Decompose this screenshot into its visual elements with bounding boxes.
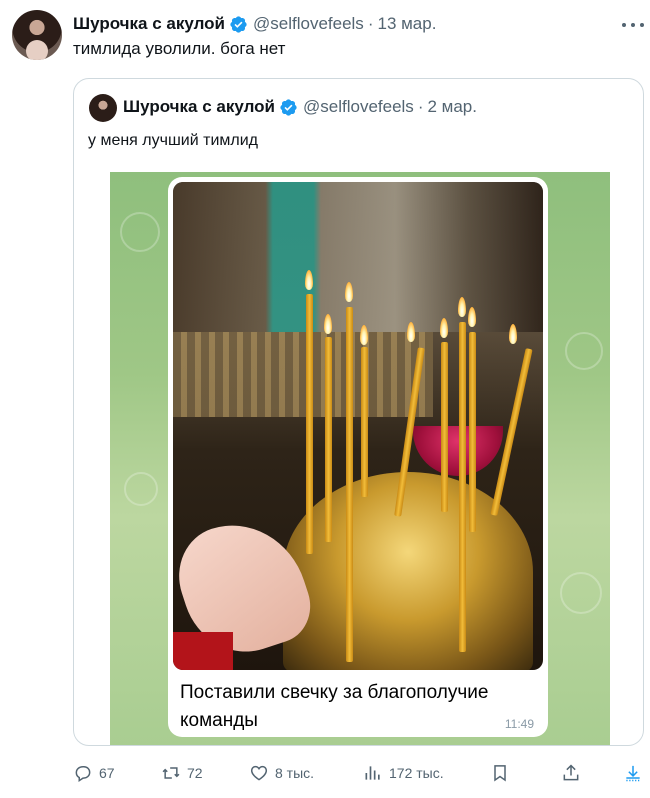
author-avatar[interactable] bbox=[12, 10, 62, 60]
bookmark-button[interactable] bbox=[490, 760, 516, 786]
repost-icon bbox=[162, 767, 180, 779]
quoted-tweet-text: у меня лучший тимлид bbox=[88, 132, 258, 149]
separator-dot: · bbox=[417, 97, 424, 116]
download-icon bbox=[626, 765, 640, 782]
message-time: 11:49 bbox=[504, 717, 534, 731]
candles-photo bbox=[173, 182, 543, 670]
download-button[interactable] bbox=[623, 760, 649, 786]
separator-dot: · bbox=[367, 14, 374, 33]
author-name[interactable]: Шурочка с акулой bbox=[73, 14, 225, 34]
repost-count: 72 bbox=[187, 765, 203, 781]
share-icon bbox=[563, 764, 579, 781]
quoted-tweet-date: 2 мар. bbox=[427, 97, 477, 116]
bookmark-icon bbox=[494, 765, 506, 782]
verified-badge-icon bbox=[230, 15, 247, 33]
quoted-author-avatar bbox=[89, 94, 117, 122]
repost-button[interactable]: 72 bbox=[161, 760, 203, 786]
views-count: 172 тыс. bbox=[389, 765, 444, 781]
quoted-media-image[interactable]: Поставили свечку за благополучие команды… bbox=[110, 172, 610, 745]
message-bubble: Поставили свечку за благополучие команды… bbox=[168, 177, 548, 737]
quoted-author-handle: @selflovefeels bbox=[303, 97, 414, 116]
views-icon bbox=[365, 766, 380, 780]
tweet-date[interactable]: 13 мар. bbox=[377, 14, 436, 34]
share-button[interactable] bbox=[561, 760, 587, 786]
reply-button[interactable]: 67 bbox=[73, 760, 115, 786]
more-options-icon[interactable] bbox=[622, 15, 644, 35]
verified-badge-icon bbox=[280, 98, 297, 116]
quoted-tweet-header: Шурочка с акулой @selflovefeels · 2 мар. bbox=[123, 97, 477, 117]
like-button[interactable]: 8 тыс. bbox=[249, 760, 314, 786]
author-handle[interactable]: @selflovefeels bbox=[253, 14, 364, 34]
reply-count: 67 bbox=[99, 765, 115, 781]
tweet-text: тимлида уволили. бога нет bbox=[73, 39, 286, 58]
message-caption: Поставили свечку за благополучие команды bbox=[180, 682, 489, 731]
tweet-actions: 67 72 8 тыс. 172 тыс. bbox=[73, 760, 644, 786]
like-count: 8 тыс. bbox=[275, 765, 315, 781]
tweet-header: Шурочка с акулой @selflovefeels · 13 мар… bbox=[73, 13, 436, 35]
views-button[interactable]: 172 тыс. bbox=[363, 760, 444, 786]
reply-icon bbox=[75, 766, 91, 782]
heart-icon bbox=[250, 765, 268, 781]
quoted-tweet[interactable]: Шурочка с акулой @selflovefeels · 2 мар.… bbox=[73, 78, 644, 746]
quoted-author-name: Шурочка с акулой bbox=[123, 97, 275, 116]
